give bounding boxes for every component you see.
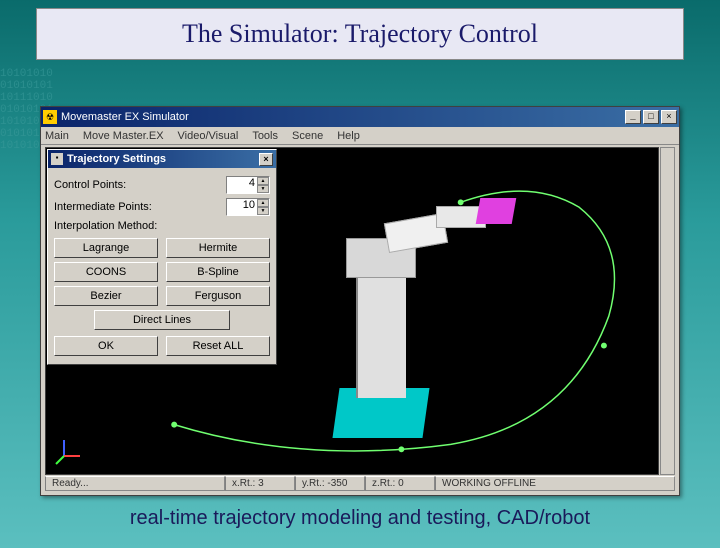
ok-button[interactable]: OK — [54, 336, 158, 356]
bspline-button[interactable]: B-Spline — [166, 262, 270, 282]
control-points-spinner[interactable]: ▲▼ — [257, 177, 269, 193]
slide-title: The Simulator: Trajectory Control — [36, 8, 684, 60]
status-bar: Ready... x.Rt.: 3 y.Rt.: -350 z.Rt.: 0 W… — [45, 476, 675, 491]
direct-lines-button[interactable]: Direct Lines — [94, 310, 230, 330]
maximize-button[interactable]: □ — [643, 110, 659, 124]
menu-main[interactable]: Main — [45, 130, 69, 142]
menu-bar: Main Move Master.EX Video/Visual Tools S… — [41, 127, 679, 145]
lagrange-button[interactable]: Lagrange — [54, 238, 158, 258]
close-button[interactable]: × — [661, 110, 677, 124]
status-ready: Ready... — [45, 476, 225, 491]
slide-caption: real-time trajectory modeling and testin… — [0, 507, 720, 530]
menu-video[interactable]: Video/Visual — [178, 130, 239, 142]
vertical-scrollbar[interactable] — [660, 147, 675, 475]
app-icon: ☢ — [43, 110, 57, 124]
status-mode: WORKING OFFLINE — [435, 476, 675, 491]
robot-end-effector — [476, 198, 517, 224]
dialog-close-button[interactable]: × — [259, 153, 273, 166]
control-points-input[interactable]: 4 ▲▼ — [226, 176, 270, 194]
interpolation-label: Interpolation Method: — [54, 220, 157, 232]
menu-movemaster[interactable]: Move Master.EX — [83, 130, 164, 142]
control-points-value: 4 — [249, 177, 255, 189]
menu-tools[interactable]: Tools — [252, 130, 278, 142]
trajectory-settings-dialog: ▪ Trajectory Settings × Control Points: … — [47, 149, 277, 365]
status-x: x.Rt.: 3 — [225, 476, 295, 491]
status-y: y.Rt.: -350 — [295, 476, 365, 491]
bezier-button[interactable]: Bezier — [54, 286, 158, 306]
window-title: Movemaster EX Simulator — [61, 111, 189, 123]
coons-button[interactable]: COONS — [54, 262, 158, 282]
axes-gizmo — [54, 436, 84, 466]
control-points-label: Control Points: — [54, 179, 126, 191]
simulator-window: ☢ Movemaster EX Simulator _ □ × Main Mov… — [40, 106, 680, 496]
ferguson-button[interactable]: Ferguson — [166, 286, 270, 306]
intermediate-points-label: Intermediate Points: — [54, 201, 152, 213]
status-z: z.Rt.: 0 — [365, 476, 435, 491]
intermediate-points-input[interactable]: 10 ▲▼ — [226, 198, 270, 216]
intermediate-points-value: 10 — [243, 199, 255, 211]
window-titlebar[interactable]: ☢ Movemaster EX Simulator _ □ × — [41, 107, 679, 127]
robot-column — [356, 268, 406, 398]
dialog-title: Trajectory Settings — [67, 153, 166, 165]
reset-all-button[interactable]: Reset ALL — [166, 336, 270, 356]
minimize-button[interactable]: _ — [625, 110, 641, 124]
intermediate-points-spinner[interactable]: ▲▼ — [257, 199, 269, 215]
menu-help[interactable]: Help — [337, 130, 360, 142]
dialog-titlebar[interactable]: ▪ Trajectory Settings × — [48, 150, 276, 168]
dialog-icon: ▪ — [51, 153, 63, 165]
menu-scene[interactable]: Scene — [292, 130, 323, 142]
hermite-button[interactable]: Hermite — [166, 238, 270, 258]
